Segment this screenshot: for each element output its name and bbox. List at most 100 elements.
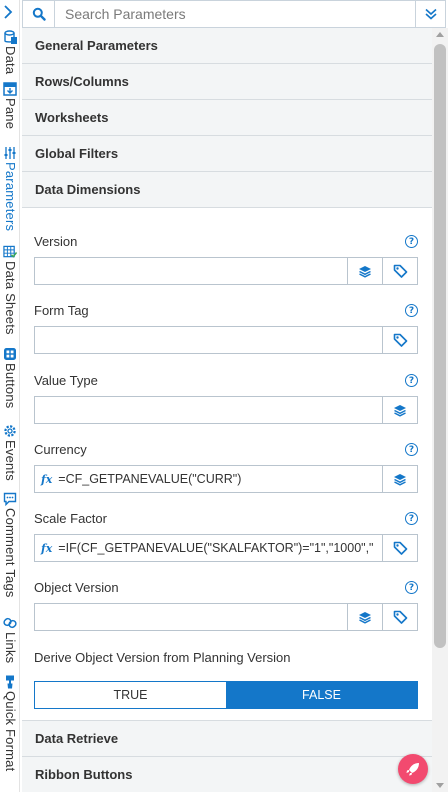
currency-label: Currency	[34, 442, 87, 457]
currency-field: Currency ? fx =CF_GETPANEVALUE("CURR")	[34, 442, 418, 493]
parameters-panel: General Parameters Rows/Columns Workshee…	[22, 28, 432, 792]
data-dimensions-body: Version ? Form Tag ? Value Type ? Curren…	[22, 208, 432, 721]
object-version-tag-button[interactable]	[382, 604, 417, 630]
help-icon[interactable]: ?	[405, 512, 418, 525]
currency-input-row: fx =CF_GETPANEVALUE("CURR")	[34, 465, 418, 493]
object-version-field: Object Version ?	[34, 580, 418, 631]
form-tag-label: Form Tag	[34, 303, 89, 318]
search-button[interactable]	[23, 1, 55, 27]
section-title: Global Filters	[35, 146, 119, 161]
version-field: Version ?	[34, 234, 418, 285]
section-data-dimensions[interactable]: Data Dimensions	[22, 172, 432, 208]
layers-icon	[394, 473, 406, 486]
side-tab-quick-format[interactable]: Quick Format	[0, 675, 20, 771]
tag-icon	[393, 541, 407, 555]
value-type-field: Value Type ?	[34, 373, 418, 424]
currency-input[interactable]: fx =CF_GETPANEVALUE("CURR")	[35, 466, 382, 492]
side-tab-data[interactable]: Data	[0, 30, 20, 74]
section-rows-columns[interactable]: Rows/Columns	[22, 64, 432, 100]
help-icon[interactable]: ?	[405, 304, 418, 317]
section-ribbon-buttons[interactable]: Ribbon Buttons	[22, 757, 432, 792]
version-label: Version	[34, 234, 78, 249]
value-type-input-row	[34, 396, 418, 424]
object-version-input-row	[34, 603, 418, 631]
brush-icon	[3, 675, 17, 689]
gear-icon	[3, 424, 17, 438]
fx-icon: fx	[41, 541, 53, 555]
form-tag-input[interactable]	[35, 327, 382, 353]
side-tab-events[interactable]: Events	[0, 424, 20, 481]
help-icon[interactable]: ?	[405, 374, 418, 387]
form-tag-field: Form Tag ?	[34, 303, 418, 354]
database-icon	[3, 30, 17, 44]
scale-factor-field: Scale Factor ? fx =IF(CF_GETPANEVALUE("S…	[34, 511, 418, 562]
layers-icon	[394, 404, 406, 417]
layers-icon	[359, 611, 371, 624]
side-tab-data-sheets[interactable]: Data Sheets	[0, 245, 20, 335]
rocket-icon	[406, 763, 419, 776]
section-title: Ribbon Buttons	[35, 767, 133, 782]
section-title: Data Dimensions	[35, 182, 141, 197]
scale-factor-tag-button[interactable]	[382, 535, 417, 561]
currency-formula: =CF_GETPANEVALUE("CURR")	[58, 472, 242, 486]
link-icon	[3, 616, 17, 630]
tag-icon	[393, 610, 407, 624]
side-tab-strip: Data Pane Parameters Data Sheets Buttons…	[0, 0, 20, 792]
section-global-filters[interactable]: Global Filters	[22, 136, 432, 172]
section-data-retrieve[interactable]: Data Retrieve	[22, 721, 432, 757]
scroll-down-arrow-icon[interactable]	[436, 783, 444, 788]
side-tab-links[interactable]: Links	[0, 616, 20, 663]
object-version-layers-button[interactable]	[347, 604, 382, 630]
double-chevron-down-icon	[424, 8, 437, 20]
derive-toggle: TRUE FALSE	[34, 681, 418, 709]
object-version-label: Object Version	[34, 580, 119, 595]
expand-all-button[interactable]	[415, 1, 445, 27]
help-icon[interactable]: ?	[405, 581, 418, 594]
pane-icon	[3, 82, 17, 96]
scale-factor-formula: =IF(CF_GETPANEVALUE("SKALFAKTOR")="1","1…	[58, 541, 374, 555]
search-bar	[22, 0, 446, 28]
search-icon	[32, 7, 46, 21]
value-type-input[interactable]	[35, 397, 382, 423]
floating-action-button[interactable]	[398, 754, 428, 784]
help-icon[interactable]: ?	[405, 443, 418, 456]
fx-icon: fx	[41, 472, 53, 486]
scale-factor-label: Scale Factor	[34, 511, 107, 526]
vertical-scrollbar[interactable]	[432, 28, 448, 792]
side-tab-buttons[interactable]: Buttons	[0, 347, 20, 409]
collapse-chevron-icon[interactable]	[3, 5, 13, 23]
grid-check-icon	[3, 245, 17, 259]
section-title: General Parameters	[35, 38, 158, 53]
toggle-true-option[interactable]: TRUE	[35, 682, 226, 708]
help-icon[interactable]: ?	[405, 235, 418, 248]
version-input-row	[34, 257, 418, 285]
comment-icon	[3, 492, 17, 506]
version-input[interactable]	[35, 258, 347, 284]
layers-icon	[359, 265, 371, 278]
search-input[interactable]	[55, 1, 415, 27]
toggle-false-option[interactable]: FALSE	[226, 682, 417, 708]
scale-factor-input[interactable]: fx =IF(CF_GETPANEVALUE("SKALFAKTOR")="1"…	[35, 535, 382, 561]
section-worksheets[interactable]: Worksheets	[22, 100, 432, 136]
value-type-label: Value Type	[34, 373, 98, 388]
scale-factor-input-row: fx =IF(CF_GETPANEVALUE("SKALFAKTOR")="1"…	[34, 534, 418, 562]
version-layers-button[interactable]	[347, 258, 382, 284]
tag-icon	[393, 264, 407, 278]
derive-object-version-field: Derive Object Version from Planning Vers…	[34, 650, 418, 666]
scrollbar-thumb[interactable]	[434, 44, 446, 648]
tag-icon	[393, 333, 407, 347]
version-tag-button[interactable]	[382, 258, 417, 284]
section-title: Rows/Columns	[35, 74, 129, 89]
value-type-layers-button[interactable]	[382, 397, 417, 423]
object-version-input[interactable]	[35, 604, 347, 630]
derive-object-version-label: Derive Object Version from Planning Vers…	[34, 650, 291, 665]
sliders-icon	[3, 146, 17, 160]
form-tag-tag-button[interactable]	[382, 327, 417, 353]
side-tab-parameters[interactable]: Parameters	[0, 146, 20, 231]
section-general-parameters[interactable]: General Parameters	[22, 28, 432, 64]
side-tab-pane[interactable]: Pane	[0, 82, 20, 129]
buttons-icon	[3, 347, 17, 361]
currency-layers-button[interactable]	[382, 466, 417, 492]
side-tab-comment-tags[interactable]: Comment Tags	[0, 492, 20, 598]
scroll-up-arrow-icon[interactable]	[436, 32, 444, 37]
